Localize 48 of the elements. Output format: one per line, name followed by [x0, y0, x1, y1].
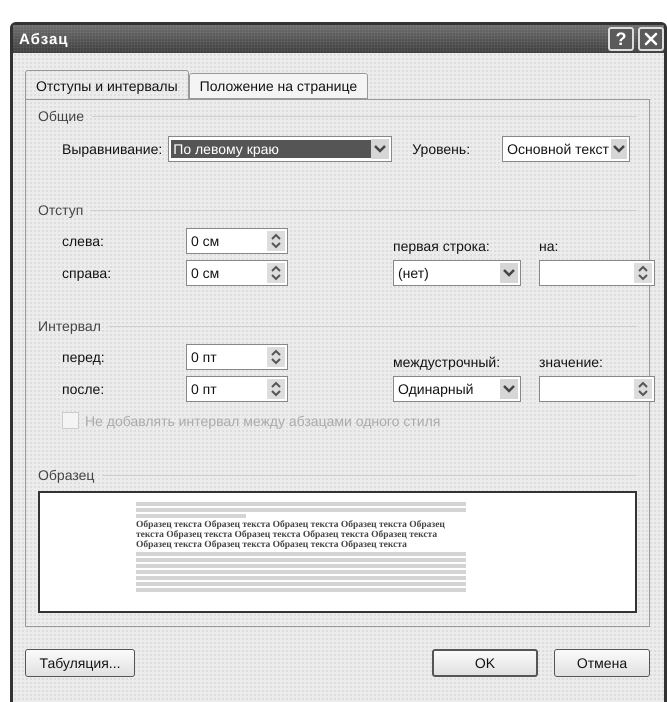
spin-field[interactable]: 0 пт: [186, 344, 288, 370]
dropdown-value: По левому краю: [171, 140, 372, 158]
dialog-button[interactable]: Отмена: [554, 649, 650, 677]
field-value: 0 см: [190, 264, 220, 282]
spin-field[interactable]: 0 пт: [186, 376, 288, 402]
field-label: Выравнивание:: [62, 141, 162, 157]
help-button[interactable]: ?: [608, 27, 634, 51]
field-value: 0 пт: [190, 348, 218, 366]
dropdown-field[interactable]: Основной текст: [502, 136, 630, 162]
section-heading: Общие: [38, 108, 84, 124]
field-label: слева:: [62, 233, 105, 249]
spin-field[interactable]: [539, 260, 655, 286]
dropdown-value: (нет): [397, 264, 430, 282]
field-label: междустрочный:: [393, 354, 502, 370]
field-value: 0 см: [190, 232, 220, 250]
spin-arrows-icon[interactable]: [634, 263, 652, 283]
field-value: 0 пт: [190, 380, 218, 398]
checkbox-label: Не добавлять интервал между абзацами одного стиля: [85, 412, 440, 428]
field-label: перед:: [62, 349, 106, 365]
section-heading: Интервал: [38, 318, 101, 334]
dropdown-value: Одинарный: [397, 380, 474, 398]
tabs-button[interactable]: Табуляция...: [25, 649, 135, 677]
field-label: после:: [62, 381, 106, 397]
field-label: первая строка:: [393, 238, 491, 254]
spin-field[interactable]: 0 см: [186, 260, 288, 286]
window-title: Абзац: [19, 30, 70, 48]
close-button[interactable]: [638, 27, 664, 51]
spin-field[interactable]: [539, 376, 655, 402]
spin-arrows-icon[interactable]: [267, 379, 285, 399]
spin-arrows-icon[interactable]: [267, 263, 285, 283]
dropdown-value: Основной текст: [506, 140, 610, 158]
spin-arrows-icon[interactable]: [634, 379, 652, 399]
section-heading: Образец: [38, 467, 94, 483]
dropdown-field[interactable]: По левому краю: [168, 136, 392, 162]
tab[interactable]: Отступы и интервалы: [25, 70, 189, 100]
section-heading: Отступ: [38, 202, 84, 218]
field-label: справа:: [62, 265, 112, 281]
field-label: Уровень:: [412, 141, 470, 157]
spin-arrows-icon[interactable]: [267, 231, 285, 251]
tab[interactable]: Положение на странице: [188, 73, 368, 99]
dropdown-field[interactable]: Одинарный: [393, 376, 521, 402]
field-label: на:: [539, 238, 560, 254]
dropdown-field[interactable]: (нет): [393, 260, 521, 286]
field-label: значение:: [539, 354, 604, 370]
spin-arrows-icon[interactable]: [267, 347, 285, 367]
dialog-button[interactable]: OK: [432, 649, 538, 677]
sample-text: Образец текста Образец текста Образец текста Образец текста Образец текста Образец текста Образец текста Образец текста Образец текста Образец текста Образец текста Образец текста Образец текста: [136, 520, 446, 550]
spin-field[interactable]: 0 см: [186, 228, 288, 254]
